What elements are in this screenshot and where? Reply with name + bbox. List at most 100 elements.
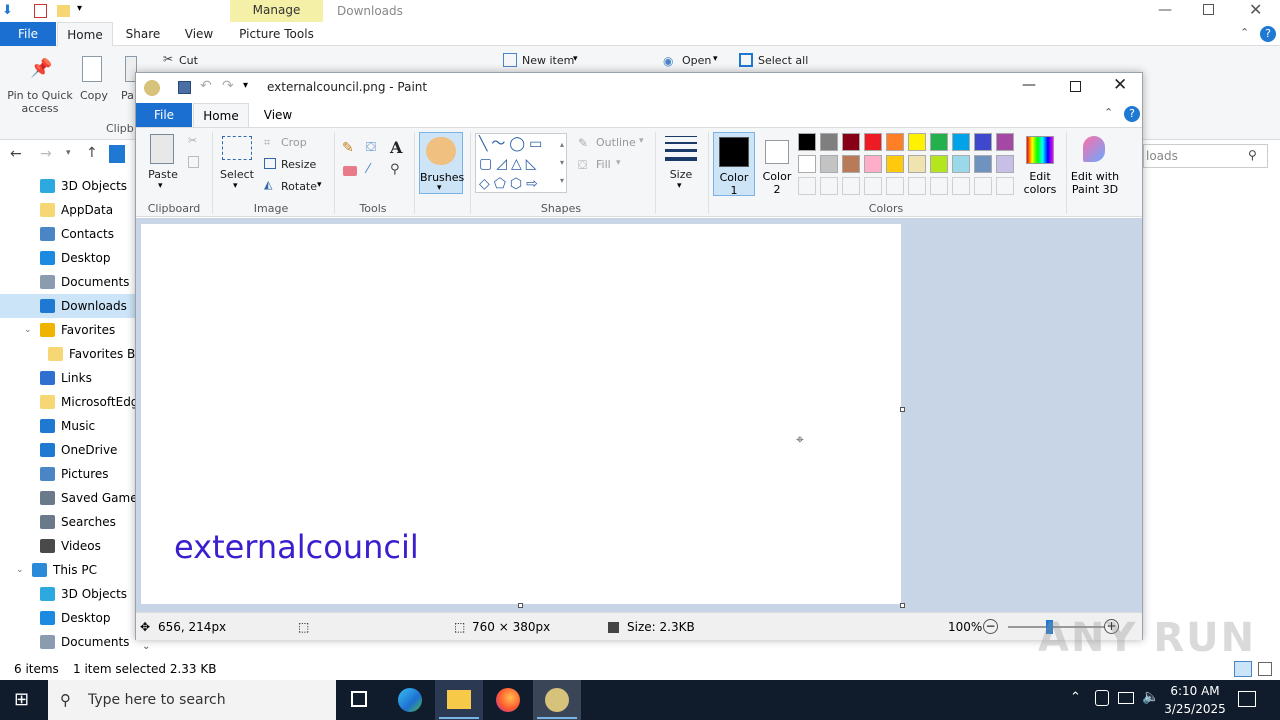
resize-handle-bottom[interactable] — [518, 603, 523, 608]
tree-item[interactable]: This PC ⌄ — [0, 558, 140, 582]
network-icon[interactable] — [1118, 692, 1134, 704]
tray-chevron-icon[interactable]: ⌃ — [1070, 690, 1081, 705]
paint-tab-home[interactable]: Home — [193, 103, 249, 127]
qat-dropdown-icon[interactable]: ▾ — [243, 80, 248, 91]
resize-handle-right[interactable] — [900, 407, 905, 412]
forward-arrow-icon[interactable]: → — [40, 146, 52, 162]
details-view-icon[interactable] — [1234, 661, 1252, 677]
color-swatch[interactable] — [952, 133, 970, 151]
open-dropdown-icon[interactable]: ▾ — [713, 54, 718, 64]
tree-item[interactable]: MicrosoftEdge — [0, 390, 140, 414]
fill-bucket-icon[interactable]: ⛋ — [366, 140, 376, 155]
tree-item[interactable]: Pictures — [0, 462, 140, 486]
restore-icon[interactable] — [1203, 4, 1214, 15]
color-swatch[interactable] — [798, 155, 816, 173]
resize-button[interactable]: Resize — [281, 158, 316, 171]
eraser-icon[interactable] — [343, 166, 357, 176]
new-item-button[interactable]: New item — [522, 54, 574, 67]
color-swatch[interactable] — [974, 133, 992, 151]
back-arrow-icon[interactable]: ← — [10, 146, 22, 162]
tree-item[interactable]: 3D Objects — [0, 582, 140, 606]
tree-item[interactable]: Documents — [0, 630, 140, 654]
tray-device-icon[interactable] — [1095, 690, 1109, 706]
resize-handle-corner[interactable] — [900, 603, 905, 608]
color-swatch[interactable] — [930, 133, 948, 151]
color-swatch[interactable] — [952, 177, 970, 195]
copy-small-icon[interactable] — [188, 156, 199, 168]
undo-icon[interactable]: ↶ — [200, 78, 212, 94]
new-folder-icon[interactable] — [57, 5, 70, 17]
edit-with-paint3d-button[interactable]: Edit with Paint 3D — [1068, 132, 1122, 196]
up-arrow-icon[interactable]: ↑ — [86, 145, 98, 161]
windows-start-icon[interactable]: ⊞ — [14, 691, 34, 709]
tree-item[interactable]: Favorites Bar — [0, 342, 140, 366]
tree-item[interactable]: Downloads — [0, 294, 140, 318]
quick-access-toolbar[interactable]: ⬇ ▾ — [0, 3, 90, 19]
tree-item[interactable]: Saved Games — [0, 486, 140, 510]
close-icon[interactable]: ✕ — [1249, 0, 1262, 19]
color-swatch[interactable] — [930, 177, 948, 195]
shapes-gallery[interactable]: ╲〜◯▭ ▢◿△◺ ◇⬠⬡⇨ — [475, 133, 567, 193]
color-swatch[interactable] — [908, 177, 926, 195]
down-arrow-icon[interactable]: ⬇ — [2, 4, 14, 18]
pencil-icon[interactable]: ✎ — [342, 140, 354, 156]
tree-item[interactable]: Videos — [0, 534, 140, 558]
properties-icon[interactable] — [34, 4, 47, 18]
shapes-scroll-icon[interactable]: ▴ ▾ ▾ — [560, 136, 564, 190]
zoom-out-icon[interactable]: − — [983, 619, 998, 634]
paint-minimize-icon[interactable]: — — [1022, 77, 1036, 93]
color-swatch[interactable] — [952, 155, 970, 173]
file-explorer-icon[interactable] — [435, 680, 483, 720]
paint-collapse-ribbon-icon[interactable]: ⌃ — [1104, 106, 1113, 119]
taskbar-search-box[interactable]: ⚲ Type here to search — [48, 680, 336, 720]
magnifier-icon[interactable]: ⚲ — [390, 162, 400, 177]
tree-item[interactable]: Searches — [0, 510, 140, 534]
fill-button[interactable]: Fill — [596, 158, 611, 171]
drawing-canvas[interactable]: externalcouncil ⌖ — [141, 224, 901, 604]
recent-dropdown-icon[interactable]: ▾ — [66, 148, 71, 158]
tree-item[interactable]: Links — [0, 366, 140, 390]
volume-icon[interactable]: 🔈 — [1142, 689, 1159, 705]
tree-item[interactable]: Favorites ⌄ — [0, 318, 140, 342]
paint-help-icon[interactable]: ? — [1124, 106, 1140, 122]
paint-taskbar-icon[interactable] — [533, 680, 581, 720]
tab-picture-tools[interactable]: Picture Tools — [230, 22, 323, 46]
color-swatch[interactable] — [996, 133, 1014, 151]
paste-button[interactable]: Pa — [121, 89, 134, 102]
color-swatch[interactable] — [820, 155, 838, 173]
color-swatch[interactable] — [864, 155, 882, 173]
expand-chevron-icon[interactable]: ⌄ — [16, 558, 24, 582]
new-item-dropdown-icon[interactable]: ▾ — [573, 54, 578, 64]
tree-item[interactable]: OneDrive — [0, 438, 140, 462]
outline-button[interactable]: Outline — [596, 136, 636, 149]
color-swatch[interactable] — [820, 133, 838, 151]
select-all-button[interactable]: Select all — [758, 54, 808, 67]
minimize-icon[interactable]: — — [1158, 2, 1172, 18]
select-button[interactable]: Select — [220, 168, 254, 181]
color-picker-icon[interactable]: ⁄ — [367, 162, 369, 177]
color-swatch[interactable] — [842, 177, 860, 195]
save-icon[interactable] — [178, 81, 191, 94]
tree-item[interactable]: 3D Objects — [0, 174, 140, 198]
task-view-icon[interactable] — [336, 680, 384, 720]
expand-chevron-icon[interactable]: ⌄ — [24, 318, 32, 342]
text-tool-icon[interactable]: A — [390, 138, 402, 157]
tab-file[interactable]: File — [0, 22, 56, 46]
paint-paste-button[interactable]: Paste — [148, 168, 178, 181]
color-swatch[interactable] — [886, 177, 904, 195]
color-swatch[interactable] — [930, 155, 948, 173]
color-swatch[interactable] — [886, 155, 904, 173]
color-swatch[interactable] — [820, 177, 838, 195]
brushes-button[interactable]: Brushes ▾ — [419, 132, 464, 194]
color-swatch[interactable] — [798, 133, 816, 151]
tree-item[interactable]: Contacts — [0, 222, 140, 246]
color-swatch[interactable] — [864, 133, 882, 151]
dropdown-icon[interactable]: ▾ — [77, 3, 82, 14]
notification-icon[interactable] — [1238, 691, 1256, 707]
tree-scroll-down-icon[interactable]: ⌄ — [142, 641, 150, 652]
tree-item[interactable]: AppData — [0, 198, 140, 222]
cut-icon[interactable]: ✂ — [188, 134, 197, 147]
crop-button[interactable]: Crop — [281, 136, 307, 149]
pin-to-quick-access-button[interactable]: Pin to Quick access — [4, 89, 76, 115]
select-dropdown-icon[interactable]: ▾ — [233, 181, 238, 191]
